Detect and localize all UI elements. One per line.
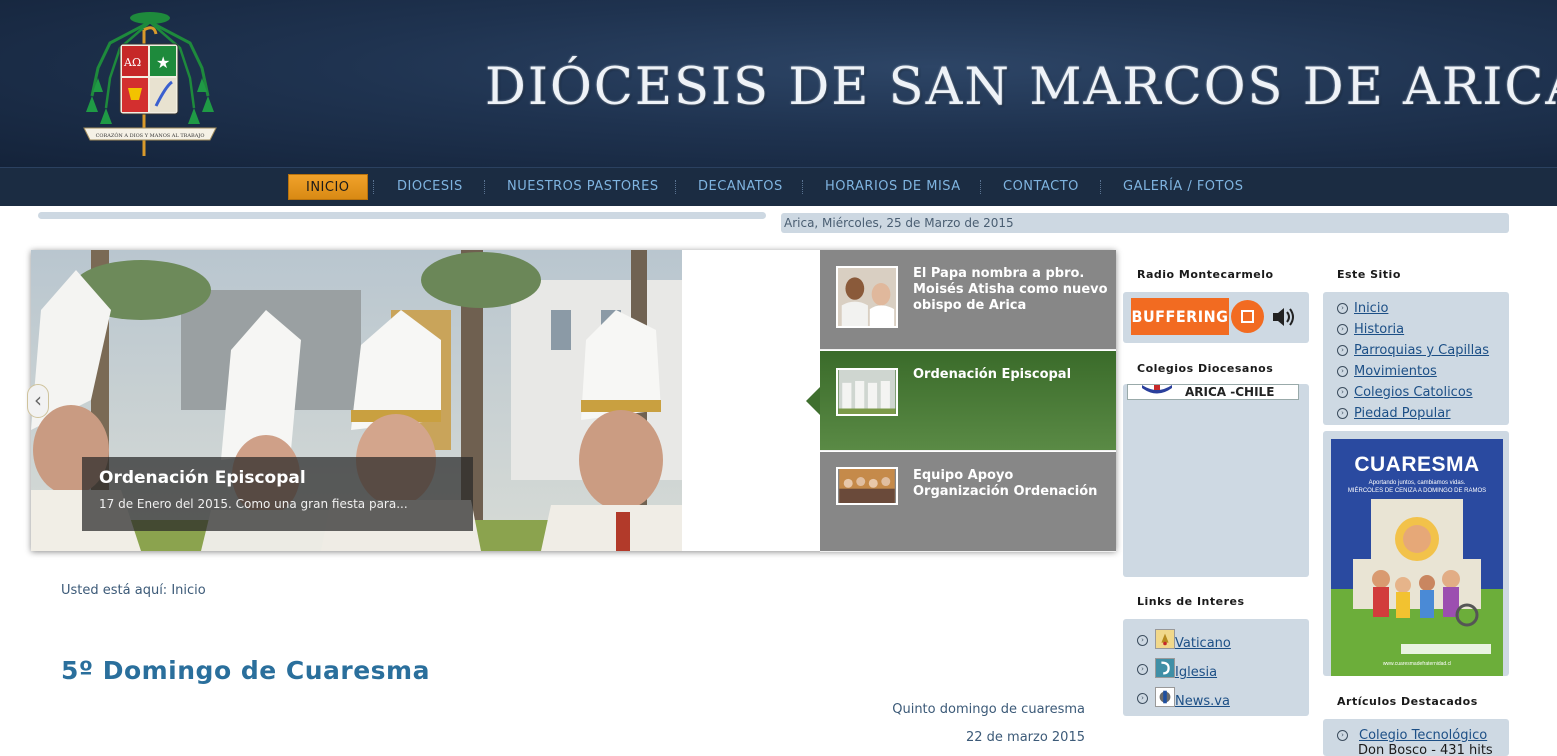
links-panel: › Vaticano › Iglesia › News.va xyxy=(1123,619,1309,716)
nav-separator xyxy=(675,180,676,194)
nav-separator xyxy=(373,180,374,194)
site-header: AΩ ★ CORAZÓN A DIOS Y MANOS AL TRABAJO D… xyxy=(0,0,1557,167)
site-heading: Este Sitio xyxy=(1337,268,1401,281)
nav-item-decanatos[interactable]: DECANATOS xyxy=(698,174,783,200)
radio-panel: BUFFERING xyxy=(1123,292,1309,343)
article-subtitle: Quinto domingo de cuaresma xyxy=(892,702,1085,717)
bullet-icon: › xyxy=(1337,345,1348,356)
svg-text:★: ★ xyxy=(156,53,170,72)
thumb-image xyxy=(836,467,898,505)
slider-thumbnails: El Papa nombra a pbro. Moisés Atisha com… xyxy=(806,250,1116,552)
bullet-icon: › xyxy=(1337,366,1348,377)
article-title[interactable]: 5º Domingo de Cuaresma xyxy=(61,656,430,685)
bullet-icon: › xyxy=(1337,303,1348,314)
main-nav: INICIO DIOCESIS NUESTROS PASTORES DECANA… xyxy=(0,167,1557,206)
bullet-icon: › xyxy=(1137,635,1148,646)
site-links-panel: › Inicio › Historia › Parroquias y Capillas… xyxy=(1323,292,1509,425)
link-label[interactable]: News.va xyxy=(1175,694,1230,709)
colegios-panel: ARICA -CHILE xyxy=(1123,384,1309,577)
crest-motto: CORAZÓN A DIOS Y MANOS AL TRABAJO xyxy=(96,131,205,139)
nav-separator xyxy=(484,180,485,194)
iglesia-icon xyxy=(1155,658,1175,678)
thumb-label: Ordenación Episcopal xyxy=(913,367,1072,382)
featured-slider: Ordenación Episcopal 17 de Enero del 201… xyxy=(27,250,1116,552)
chevron-left-icon[interactable]: ‹ xyxy=(27,384,49,418)
link-label[interactable]: Iglesia xyxy=(1175,665,1217,680)
cuaresma-poster[interactable]: CUARESMA Aportando juntos, cambiamos vid… xyxy=(1331,439,1503,676)
featured-item-title[interactable]: Colegio Tecnológico xyxy=(1359,728,1487,743)
poster-subtitle: Aportando juntos, cambiamos vidas. MIÉRC… xyxy=(1331,479,1503,495)
slide-photo[interactable]: Ordenación Episcopal 17 de Enero del 201… xyxy=(31,250,682,551)
thumb-label: Equipo Apoyo Organización Ordenación xyxy=(913,468,1098,499)
poster-panel: CUARESMA Aportando juntos, cambiamos vid… xyxy=(1323,431,1509,676)
thumb-image xyxy=(836,266,898,328)
radio-status: BUFFERING xyxy=(1131,298,1229,335)
active-pointer xyxy=(806,387,820,415)
news-va-icon xyxy=(1155,687,1175,707)
bullet-icon: › xyxy=(1337,408,1348,419)
radio-heading: Radio Montecarmelo xyxy=(1137,268,1274,281)
poster-subtitle-line1: Aportando juntos, cambiamos vidas. xyxy=(1368,480,1466,486)
top-bar-left xyxy=(38,212,766,219)
poster-footer: www.cuaresmadefraternidad.cl xyxy=(1382,661,1452,667)
link-label[interactable]: Historia xyxy=(1354,322,1404,337)
nav-separator xyxy=(980,180,981,194)
bullet-icon: › xyxy=(1337,730,1348,741)
colegio-banner-text: ARICA -CHILE xyxy=(1185,385,1275,399)
breadcrumb: Usted está aquí: Inicio xyxy=(61,583,206,598)
poster-title: CUARESMA xyxy=(1354,453,1480,476)
bullet-icon: › xyxy=(1337,387,1348,398)
bullet-icon: › xyxy=(1337,324,1348,335)
thumb-label: El Papa nombra a pbro. Moisés Atisha com… xyxy=(913,266,1108,313)
link-label[interactable]: Colegios Catolicos xyxy=(1354,385,1473,400)
slider-thumb[interactable]: El Papa nombra a pbro. Moisés Atisha com… xyxy=(820,250,1116,350)
nav-item-galeria-fotos[interactable]: GALERÍA / FOTOS xyxy=(1123,174,1243,200)
bullet-icon: › xyxy=(1137,664,1148,675)
vatican-icon xyxy=(1155,629,1175,649)
colegio-banner[interactable]: ARICA -CHILE xyxy=(1127,384,1299,400)
nav-item-horarios-de-misa[interactable]: HORARIOS DE MISA xyxy=(825,174,961,200)
radio-player: BUFFERING xyxy=(1131,298,1297,335)
link-label[interactable]: Vaticano xyxy=(1175,636,1231,651)
article-date: 22 de marzo 2015 xyxy=(965,730,1085,745)
thumb-image xyxy=(836,368,898,416)
svg-text:AΩ: AΩ xyxy=(123,56,141,69)
volume-icon[interactable] xyxy=(1271,306,1297,328)
site-title: DIÓCESIS DE SAN MARCOS DE ARICA xyxy=(485,58,1557,117)
links-heading: Links de Interes xyxy=(1137,595,1245,608)
nav-item-inicio[interactable]: INICIO xyxy=(288,174,368,200)
nav-separator xyxy=(802,180,803,194)
slide-caption-text: 17 de Enero del 2015. Como una gran fies… xyxy=(99,497,408,511)
link-label[interactable]: Inicio xyxy=(1354,301,1388,316)
nav-separator xyxy=(1100,180,1101,194)
date-bar: Arica, Miércoles, 25 de Marzo de 2015 xyxy=(781,213,1509,233)
featured-item-hits: Don Bosco - 431 hits xyxy=(1358,743,1493,756)
link-label[interactable]: Parroquias y Capillas xyxy=(1354,343,1489,358)
nav-item-nuestros-pastores[interactable]: NUESTROS PASTORES xyxy=(507,174,659,200)
stop-icon[interactable] xyxy=(1231,300,1264,333)
nav-item-contacto[interactable]: CONTACTO xyxy=(1003,174,1079,200)
slide-caption-title: Ordenación Episcopal xyxy=(99,468,306,488)
diocese-crest-logo[interactable]: AΩ ★ CORAZÓN A DIOS Y MANOS AL TRABAJO xyxy=(80,8,220,158)
featured-heading: Artículos Destacados xyxy=(1337,695,1478,708)
nav-item-diocesis[interactable]: DIOCESIS xyxy=(397,174,463,200)
page: AΩ ★ CORAZÓN A DIOS Y MANOS AL TRABAJO D… xyxy=(0,0,1557,756)
slider-thumb[interactable]: Equipo Apoyo Organización Ordenación xyxy=(820,452,1116,552)
featured-panel: › Colegio Tecnológico Don Bosco - 431 hi… xyxy=(1323,719,1509,756)
link-label[interactable]: Movimientos xyxy=(1354,364,1437,379)
colegio-logo-icon xyxy=(1142,385,1172,394)
bullet-icon: › xyxy=(1137,693,1148,704)
slider-thumb-active[interactable]: Ordenación Episcopal xyxy=(806,351,1116,451)
link-label[interactable]: Piedad Popular xyxy=(1354,406,1451,421)
poster-subtitle-line2: MIÉRCOLES DE CENIZA A DOMINGO DE RAMOS xyxy=(1347,488,1487,494)
colegios-heading: Colegios Diocesanos xyxy=(1137,362,1274,375)
slide-caption[interactable]: Ordenación Episcopal 17 de Enero del 201… xyxy=(82,457,473,531)
